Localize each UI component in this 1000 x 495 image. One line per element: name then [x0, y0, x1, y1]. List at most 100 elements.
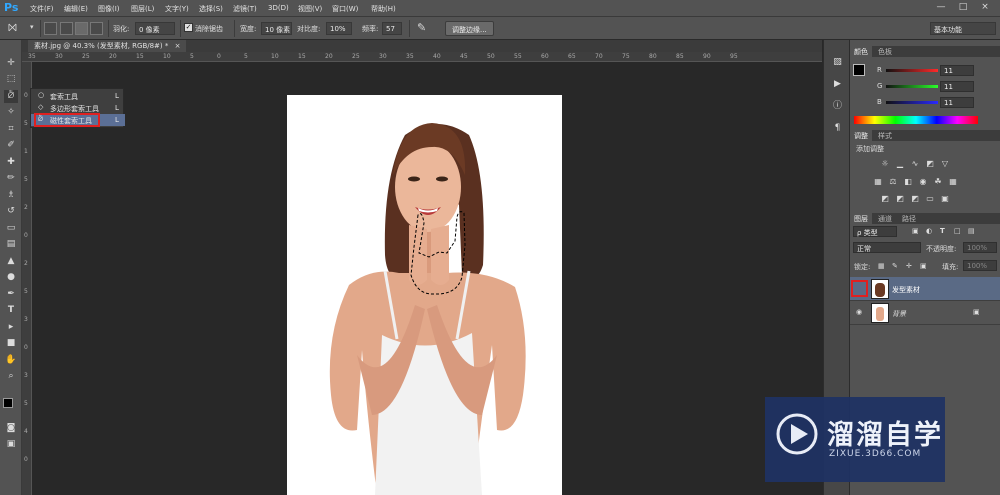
red-slider[interactable]: [886, 69, 938, 72]
red-value[interactable]: 11: [940, 65, 974, 76]
lock-transparent-icon[interactable]: ▦: [878, 262, 885, 270]
close-window-icon[interactable]: ×: [976, 2, 994, 14]
type-tool-icon[interactable]: T: [4, 304, 18, 317]
maximize-icon[interactable]: □: [954, 2, 972, 14]
curves-icon[interactable]: ∿: [910, 159, 920, 168]
black-white-icon[interactable]: ◧: [903, 177, 913, 186]
brush-tool-icon[interactable]: ✏: [4, 172, 18, 185]
vibrance-icon[interactable]: ▽: [940, 159, 950, 168]
screen-mode-icon[interactable]: ▣: [4, 438, 18, 451]
layer-name[interactable]: 发型素材: [892, 285, 920, 295]
tablet-pressure-icon[interactable]: ✎: [417, 21, 426, 34]
path-selection-tool-icon[interactable]: ▸: [4, 321, 18, 334]
color-spectrum-bar[interactable]: [854, 116, 978, 124]
tab-layers[interactable]: 图层: [850, 213, 872, 224]
width-input[interactable]: 10 像素: [261, 22, 292, 35]
foreground-color-chip[interactable]: [853, 64, 865, 76]
filter-adjustment-icon[interactable]: ◐: [926, 227, 932, 235]
photo-filter-icon[interactable]: ◉: [918, 177, 928, 186]
menu-type[interactable]: 文字(Y): [165, 4, 189, 14]
marquee-tool-icon[interactable]: ⬚: [4, 73, 18, 86]
magnetic-lasso-preset-icon[interactable]: ⨝: [8, 21, 17, 35]
exposure-icon[interactable]: ◩: [925, 159, 935, 168]
blue-value[interactable]: 11: [940, 97, 974, 108]
feather-input[interactable]: 0 像素: [135, 22, 175, 35]
refine-edge-button[interactable]: 调整边缘...: [445, 21, 494, 36]
healing-brush-tool-icon[interactable]: ✚: [4, 156, 18, 169]
zoom-tool-icon[interactable]: ⌕: [4, 370, 18, 383]
menu-select[interactable]: 选择(S): [199, 4, 223, 14]
quick-mask-icon[interactable]: ◙: [4, 422, 18, 435]
info-panel-icon[interactable]: ⓘ: [830, 99, 845, 113]
levels-icon[interactable]: ▁: [895, 159, 905, 168]
menu-view[interactable]: 视图(V): [298, 4, 322, 14]
opacity-input[interactable]: 100%: [963, 242, 997, 253]
blur-tool-icon[interactable]: ▲: [4, 255, 18, 268]
character-panel-icon[interactable]: ¶: [830, 121, 845, 135]
tab-adjustments[interactable]: 调整: [850, 130, 872, 141]
new-selection-icon[interactable]: [44, 22, 57, 35]
filter-pixel-icon[interactable]: ▣: [912, 227, 919, 235]
eraser-tool-icon[interactable]: ▭: [4, 222, 18, 235]
menu-window[interactable]: 窗口(W): [332, 4, 358, 14]
tab-paths[interactable]: 路径: [898, 213, 920, 224]
filter-shape-icon[interactable]: □: [954, 227, 961, 235]
dodge-tool-icon[interactable]: ●: [4, 271, 18, 284]
document-image[interactable]: [287, 95, 562, 495]
selective-color-icon[interactable]: ▣: [940, 194, 950, 203]
subtract-selection-icon[interactable]: [75, 22, 88, 35]
menu-layer[interactable]: 图层(L): [131, 4, 154, 14]
move-tool-icon[interactable]: ✛: [4, 57, 18, 70]
layer-row-hair-material[interactable]: 发型素材: [850, 277, 1000, 301]
history-brush-tool-icon[interactable]: ↺: [4, 205, 18, 218]
hand-tool-icon[interactable]: ✋: [4, 354, 18, 367]
lasso-tool-icon[interactable]: ⦴: [4, 90, 18, 103]
color-lookup-icon[interactable]: ▦: [948, 177, 958, 186]
invert-icon[interactable]: ◩: [880, 194, 890, 203]
close-tab-icon[interactable]: ×: [175, 42, 181, 50]
hue-saturation-icon[interactable]: ▦: [873, 177, 883, 186]
contrast-input[interactable]: 10%: [326, 22, 352, 35]
blue-slider[interactable]: [886, 101, 938, 104]
brightness-icon[interactable]: ☼: [880, 159, 890, 168]
layer-row-background[interactable]: ◉ 背景 ▣: [850, 301, 1000, 325]
menu-edit[interactable]: 编辑(E): [64, 4, 88, 14]
blend-mode-select[interactable]: 正常: [853, 242, 921, 253]
filter-type-icon[interactable]: T: [940, 227, 945, 235]
layer-filter-select[interactable]: ρ 类型: [853, 226, 897, 237]
menu-file[interactable]: 文件(F): [30, 4, 54, 14]
tab-styles[interactable]: 样式: [874, 130, 896, 141]
visibility-toggle-empty[interactable]: [851, 280, 868, 297]
lock-all-icon[interactable]: ▣: [920, 262, 927, 270]
menu-filter[interactable]: 滤镜(T): [233, 4, 257, 14]
menu-3d[interactable]: 3D(D): [268, 4, 289, 12]
tab-color[interactable]: 颜色: [850, 46, 872, 57]
channel-mixer-icon[interactable]: ☘: [933, 177, 943, 186]
actions-panel-icon[interactable]: ▶: [830, 77, 845, 91]
quick-selection-tool-icon[interactable]: ✧: [4, 106, 18, 119]
lock-image-icon[interactable]: ✎: [892, 262, 898, 270]
tab-swatches[interactable]: 色板: [874, 46, 896, 57]
color-balance-icon[interactable]: ⚖: [888, 177, 898, 186]
crop-tool-icon[interactable]: ⌗: [4, 123, 18, 136]
foreground-color-swatch[interactable]: [3, 398, 13, 408]
minimize-icon[interactable]: —: [932, 2, 950, 14]
document-tab[interactable]: 素材.jpg @ 40.3% (发型素材, RGB/8#) * ×: [28, 40, 187, 52]
menu-image[interactable]: 图像(I): [98, 4, 120, 14]
green-slider[interactable]: [886, 85, 938, 88]
pen-tool-icon[interactable]: ✒: [4, 288, 18, 301]
eye-icon[interactable]: ◉: [856, 308, 862, 316]
intersect-selection-icon[interactable]: [90, 22, 103, 35]
filter-smart-icon[interactable]: ▤: [968, 227, 975, 235]
gradient-tool-icon[interactable]: ▤: [4, 238, 18, 251]
add-selection-icon[interactable]: [60, 22, 73, 35]
shape-tool-icon[interactable]: ■: [4, 337, 18, 350]
clone-stamp-tool-icon[interactable]: ♗: [4, 189, 18, 202]
gradient-map-icon[interactable]: ▭: [925, 194, 935, 203]
lock-position-icon[interactable]: ✛: [906, 262, 912, 270]
fill-input[interactable]: 100%: [963, 260, 997, 271]
chevron-down-icon[interactable]: ▾: [30, 23, 34, 31]
threshold-icon[interactable]: ◩: [910, 194, 920, 203]
eyedropper-tool-icon[interactable]: ✐: [4, 139, 18, 152]
flyout-item-lasso[interactable]: ○ 套索工具 L: [31, 90, 125, 102]
